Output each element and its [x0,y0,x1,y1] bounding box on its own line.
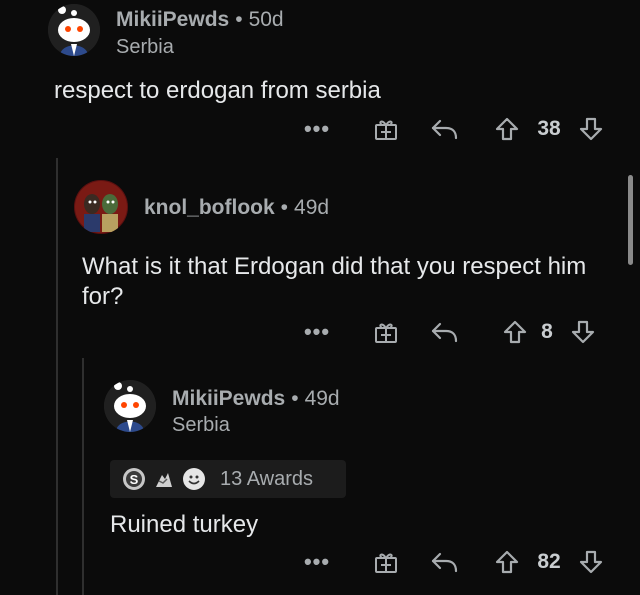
username-text[interactable]: MikiiPewds [172,387,285,410]
comment-age: 49d [304,387,340,410]
reply-icon[interactable] [428,546,460,578]
gift-icon[interactable] [370,546,402,578]
comment-body: Ruined turkey [110,511,259,538]
silver-award-icon: S [122,467,146,491]
thread-line-level2[interactable] [82,358,84,595]
reply-icon[interactable] [428,113,460,145]
user-flair: Serbia [172,414,230,436]
comment-actions: ••• 38 [300,113,620,145]
separator-dot: • [235,8,243,31]
upvote-icon[interactable] [500,316,530,348]
more-options-button[interactable]: ••• [300,113,334,145]
gift-icon[interactable] [370,316,402,348]
awards-bar[interactable]: S 13 Awards [110,460,346,498]
comment-actions: ••• 82 [300,546,620,578]
comment-username[interactable]: MikiiPewds • 49d [172,387,340,411]
upvote-icon[interactable] [492,546,522,578]
comment-username[interactable]: knol_boflook • 49d [144,196,329,220]
username-text[interactable]: MikiiPewds [116,8,229,31]
username-text[interactable]: knol_boflook [144,196,275,219]
upvote-icon[interactable] [492,113,522,145]
reply-icon[interactable] [428,316,460,348]
wholesome-award-icon [182,467,206,491]
custom-avatar-icon [74,180,128,234]
downvote-icon[interactable] [568,316,598,348]
vote-count: 82 [537,550,561,573]
avatar[interactable] [48,4,100,56]
separator-dot: • [280,196,289,219]
avatar[interactable] [74,180,128,234]
vote-count: 38 [537,117,561,140]
comment-body: respect to erdogan from serbia [54,77,381,104]
comment-body: What is it that Erdogan did that you res… [82,253,587,310]
comment-age: 50d [248,8,284,31]
gift-icon[interactable] [370,113,402,145]
snoo-avatar-icon [104,380,156,432]
user-flair: Serbia [116,36,174,58]
hands-award-icon [152,467,176,491]
comment-thread: MikiiPewds • 50d Serbia respect to erdogan… [0,0,640,595]
more-options-button[interactable]: ••• [300,546,334,578]
snoo-avatar-icon [48,4,100,56]
comment-actions: ••• 8 [300,316,620,348]
more-options-button[interactable]: ••• [300,316,334,348]
thread-line-level1[interactable] [56,158,58,595]
comment-username[interactable]: MikiiPewds • 50d [116,8,284,32]
svg-text:S: S [130,472,139,487]
avatar[interactable] [104,380,156,432]
awards-count: 13 Awards [220,467,314,490]
vote-count: 8 [541,320,553,343]
downvote-icon[interactable] [576,113,606,145]
scrollbar[interactable] [628,175,633,265]
separator-dot: • [291,387,299,410]
comment-age: 49d [294,196,330,219]
downvote-icon[interactable] [576,546,606,578]
